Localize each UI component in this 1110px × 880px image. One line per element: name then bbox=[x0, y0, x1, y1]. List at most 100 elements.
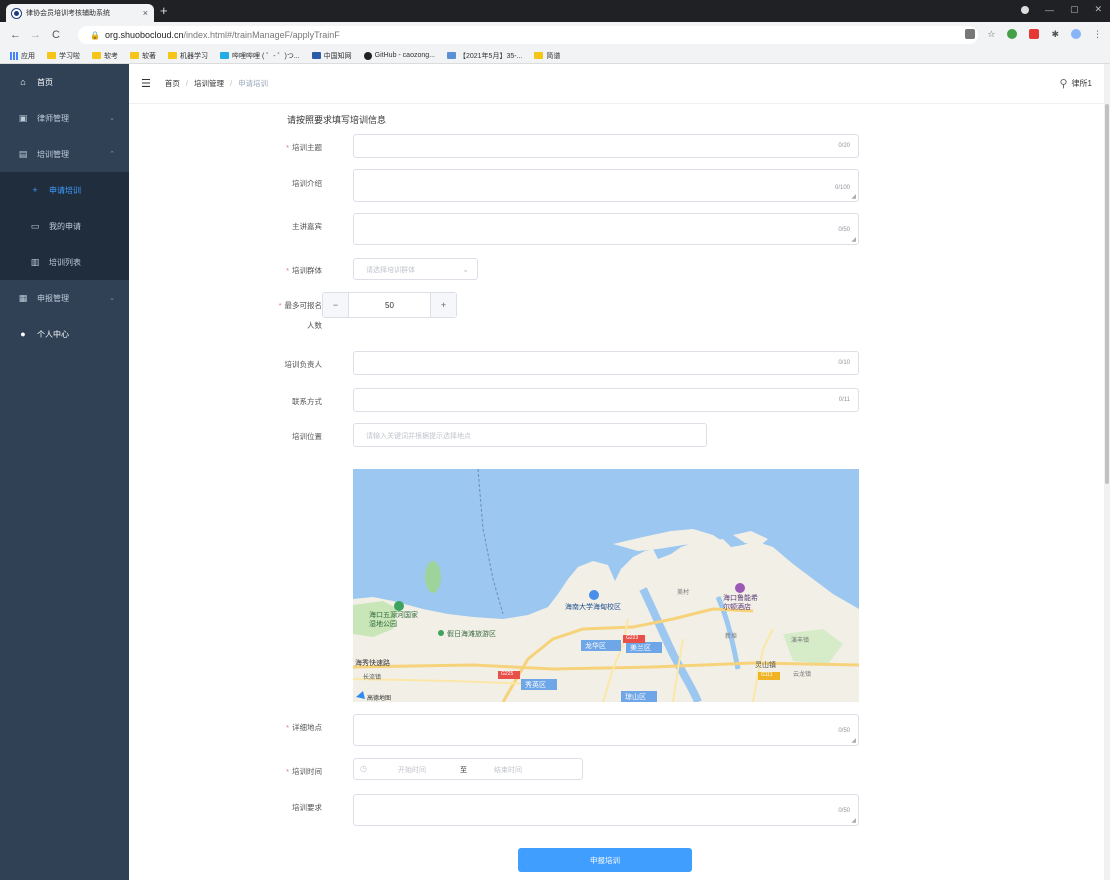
window-controls: — ▢ ✕ bbox=[1020, 4, 1102, 15]
sidebar-item-label: 律师管理 bbox=[37, 113, 69, 123]
intro-textarea[interactable]: 0/100 ◢ bbox=[353, 169, 859, 202]
guest-label: 主讲嘉宾 bbox=[292, 222, 322, 231]
bookmark-label: GitHub - caozong... bbox=[374, 52, 435, 59]
sidebar-item-my-applications[interactable]: ▭ 我的申请 bbox=[0, 208, 129, 244]
bookmark-apps[interactable]: 应用 bbox=[10, 51, 35, 61]
map-label-meicun: 美村 bbox=[677, 590, 690, 596]
submit-training-button[interactable]: 申报培训 bbox=[518, 848, 692, 872]
topic-input[interactable]: 0/20 bbox=[353, 134, 859, 158]
sidebar-item-report-management[interactable]: ▦ 申报管理 ⌄ bbox=[0, 280, 129, 316]
sidebar-item-apply-training[interactable]: + 申请培训 bbox=[0, 172, 129, 208]
sidebar-item-home[interactable]: ⌂ 首页 bbox=[0, 64, 129, 100]
max-people-value[interactable]: 50 bbox=[349, 301, 430, 310]
star-icon[interactable]: ☆ bbox=[987, 29, 995, 39]
sidebar-item-training-list[interactable]: ▥ 培训列表 bbox=[0, 244, 129, 280]
lock-icon: 🔒 bbox=[90, 30, 100, 40]
bookmark-item[interactable]: 哔哩哔哩 ( ゜- ゜)つ... bbox=[220, 51, 300, 61]
folder-icon bbox=[130, 52, 139, 59]
bookmark-item[interactable]: 机器学习 bbox=[168, 51, 208, 61]
contact-count: 0/11 bbox=[838, 397, 850, 403]
reload-icon[interactable]: C bbox=[52, 29, 60, 41]
resize-handle-icon[interactable]: ◢ bbox=[851, 738, 856, 744]
address-textarea[interactable]: 0/50 ◢ bbox=[353, 714, 859, 746]
puzzle-icon[interactable]: ✱ bbox=[1051, 29, 1059, 39]
form-title: 请按照要求填写培训信息 bbox=[287, 115, 387, 125]
bookmark-label: 软考 bbox=[104, 52, 118, 60]
breadcrumb-home[interactable]: 首页 bbox=[165, 78, 180, 89]
map-label-longhua: 龙华区 bbox=[585, 643, 606, 650]
requirements-count: 0/50 bbox=[838, 808, 850, 814]
translate-icon[interactable] bbox=[965, 29, 976, 39]
home-icon: ⌂ bbox=[20, 77, 26, 87]
map-label-xinbu: 新埠 bbox=[725, 634, 738, 640]
date-range-picker[interactable]: ◷ 开始时间 至 结束时间 bbox=[353, 758, 583, 780]
max-people-stepper: − 50 + bbox=[322, 292, 457, 318]
map-label-university: 海南大学海甸校区 bbox=[565, 604, 621, 611]
bookmark-label: 学习啦 bbox=[59, 52, 80, 60]
new-tab-button[interactable]: + bbox=[160, 4, 168, 18]
apps-grid-icon bbox=[10, 51, 18, 60]
page-scrollbar[interactable] bbox=[1104, 64, 1110, 880]
url-field[interactable]: 🔒 org.shuobocloud.cn/index.html#/trainMa… bbox=[78, 26, 978, 44]
chevron-down-icon: ⌄ bbox=[109, 295, 115, 302]
increment-button[interactable]: + bbox=[430, 293, 456, 317]
start-time-input[interactable]: 开始时间 bbox=[398, 765, 426, 775]
folder-icon bbox=[92, 52, 101, 59]
guest-textarea[interactable]: 0/50 ◢ bbox=[353, 213, 859, 245]
hamburger-icon[interactable]: ☰ bbox=[141, 77, 151, 90]
topic-count: 0/20 bbox=[838, 143, 850, 149]
map-canvas bbox=[353, 469, 859, 702]
minimize-icon[interactable]: — bbox=[1045, 5, 1054, 15]
menu-dots-icon[interactable]: ⋮ bbox=[1093, 29, 1102, 39]
location-search-input[interactable]: 请输入关键词并根据提示选择地点 bbox=[353, 423, 707, 447]
leader-input[interactable]: 0/10 bbox=[353, 351, 859, 375]
scrollbar-thumb[interactable] bbox=[1105, 104, 1109, 484]
user-menu[interactable]: ⚲ 律所1 bbox=[1059, 77, 1092, 90]
resize-handle-icon[interactable]: ◢ bbox=[851, 237, 856, 243]
requirements-textarea[interactable]: 0/50 ◢ bbox=[353, 794, 859, 826]
extension-green-icon[interactable] bbox=[1007, 29, 1018, 39]
training-submenu: + 申请培训 ▭ 我的申请 ▥ 培训列表 bbox=[0, 172, 129, 280]
map-label-qiongshan: 琼山区 bbox=[625, 694, 646, 701]
bookmark-item[interactable]: 软著 bbox=[130, 51, 156, 61]
browser-tab-strip: 律协会员培训考核辅助系统 × + — ▢ ✕ bbox=[0, 0, 1110, 22]
guest-count: 0/50 bbox=[838, 227, 850, 233]
chevron-up-icon: ⌃ bbox=[109, 151, 115, 158]
resize-handle-icon[interactable]: ◢ bbox=[851, 194, 856, 200]
resize-handle-icon[interactable]: ◢ bbox=[851, 818, 856, 824]
contact-input[interactable]: 0/11 bbox=[353, 388, 859, 412]
intro-label: 培训介绍 bbox=[292, 179, 322, 188]
breadcrumb-training[interactable]: 培训管理 bbox=[194, 78, 224, 89]
url-host: org.shuobocloud.cn bbox=[104, 30, 184, 40]
browser-tab[interactable]: 律协会员培训考核辅助系统 × bbox=[6, 4, 154, 22]
account-avatar-icon[interactable] bbox=[1071, 29, 1081, 39]
back-icon[interactable]: ← bbox=[10, 29, 21, 41]
bookmark-item[interactable]: 学习啦 bbox=[47, 51, 80, 61]
bookmark-item[interactable]: 简谱 bbox=[534, 51, 560, 61]
bookmark-label: 应用 bbox=[21, 52, 35, 60]
map-label-hotel: 海口鲁能希尔顿酒店 bbox=[723, 595, 758, 611]
sidebar-item-lawyer-management[interactable]: ▣ 律师管理 ⌄ bbox=[0, 100, 129, 136]
clock-icon: ◷ bbox=[360, 764, 367, 773]
bookmark-item[interactable]: 【2021年5月】35-... bbox=[446, 51, 522, 61]
forward-icon[interactable]: → bbox=[30, 29, 41, 41]
sidebar-item-personal-center[interactable]: ● 个人中心 bbox=[0, 316, 129, 352]
bookmark-item[interactable]: 软考 bbox=[92, 51, 118, 61]
location-label: 培训位置 bbox=[292, 432, 322, 441]
tab-close-icon[interactable]: × bbox=[143, 8, 148, 18]
maximize-icon[interactable]: ▢ bbox=[1070, 4, 1079, 15]
location-placeholder: 请输入关键词并根据提示选择地点 bbox=[366, 433, 471, 440]
bookmark-item[interactable]: GitHub - caozong... bbox=[363, 51, 435, 60]
decrement-button[interactable]: − bbox=[323, 293, 349, 317]
end-time-input[interactable]: 结束时间 bbox=[494, 765, 522, 775]
bookmark-item[interactable]: 中国知网 bbox=[311, 51, 352, 61]
group-select[interactable]: 请选择培训群体 ⌄ bbox=[353, 258, 478, 280]
bilibili-icon bbox=[220, 52, 229, 59]
sidebar-item-training-management[interactable]: ▤ 培训管理 ⌃ bbox=[0, 136, 129, 172]
address-count: 0/50 bbox=[838, 728, 850, 734]
sidebar-item-label: 申报管理 bbox=[37, 293, 69, 303]
extension-red-icon[interactable] bbox=[1029, 29, 1040, 39]
location-map[interactable]: 海口五源河国家湿地公园 海南大学海甸校区 海口鲁能希尔顿酒店 假日海滩旅游区 龙… bbox=[353, 469, 859, 702]
close-window-icon[interactable]: ✕ bbox=[1094, 4, 1102, 15]
profile-icon[interactable] bbox=[1020, 5, 1029, 14]
